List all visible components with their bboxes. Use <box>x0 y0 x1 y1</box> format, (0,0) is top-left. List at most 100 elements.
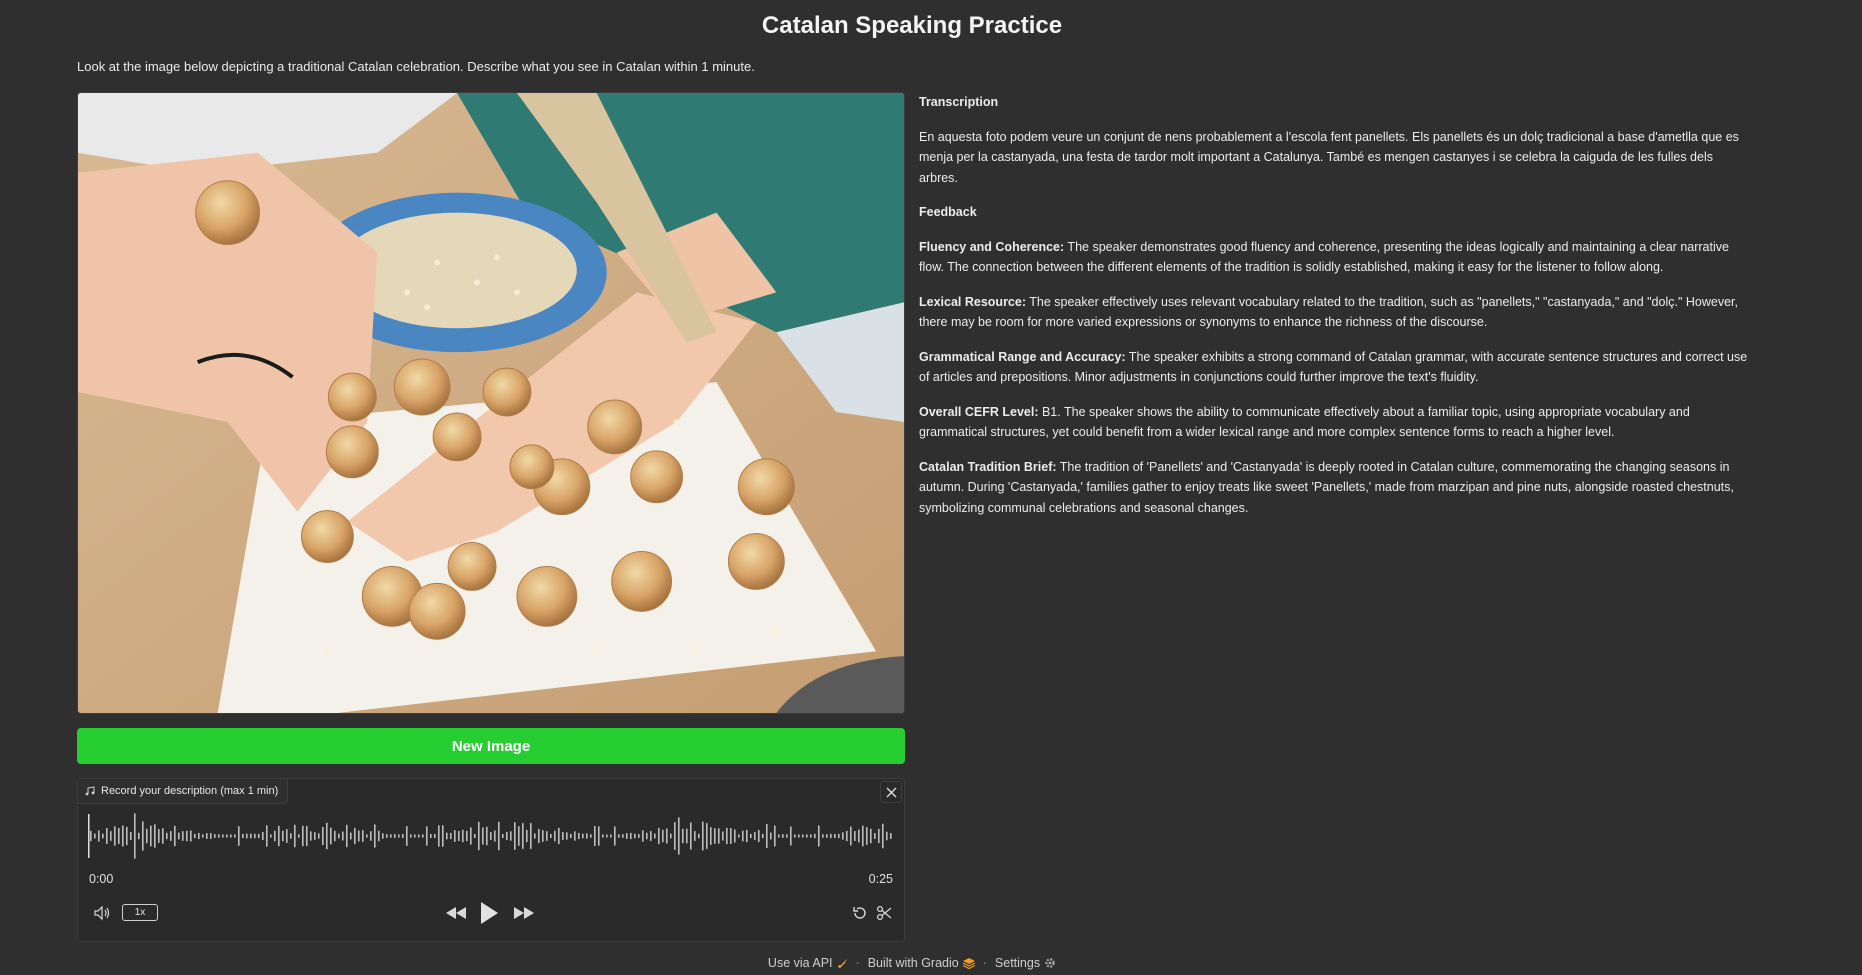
waveform-bar <box>870 828 872 844</box>
waveform-bar <box>542 830 544 842</box>
waveform-bar <box>194 833 196 839</box>
waveform-bar <box>890 833 892 839</box>
waveform-bar <box>618 834 620 838</box>
waveform-bar <box>494 830 496 842</box>
waveform-bar <box>498 821 500 851</box>
waveform-bar <box>538 828 540 844</box>
waveform-bar <box>814 833 816 839</box>
reset-button[interactable] <box>850 903 870 923</box>
waveform-bar <box>318 833 320 839</box>
waveform-bar <box>402 834 404 838</box>
waveform-bar <box>534 833 536 839</box>
feedback-fluency: Fluency and Coherence: The speaker demon… <box>919 237 1749 278</box>
instruction-text: Look at the image below depicting a trad… <box>77 59 755 74</box>
waveform-bar <box>182 831 184 841</box>
waveform-bar <box>662 829 664 843</box>
waveform-bar <box>858 829 860 843</box>
waveform-bar <box>94 833 96 839</box>
waveform-bar <box>786 834 788 838</box>
rewind-button[interactable] <box>444 903 468 923</box>
waveform-bar <box>682 828 684 844</box>
waveform-bar <box>642 830 644 842</box>
waveform-bar <box>374 824 376 848</box>
waveform-bar <box>90 830 92 842</box>
built-with-gradio-link[interactable]: Built with Gradio <box>868 956 975 970</box>
waveform-bar <box>394 834 396 838</box>
volume-button[interactable] <box>92 903 112 923</box>
waveform-bar <box>274 830 276 842</box>
use-via-api-link[interactable]: Use via API <box>768 956 848 970</box>
feedback-tradition: Catalan Tradition Brief: The tradition o… <box>919 457 1749 519</box>
waveform-bar <box>730 828 732 844</box>
waveform-bar <box>178 832 180 840</box>
waveform-bar <box>466 830 468 842</box>
waveform-bar <box>766 823 768 849</box>
waveform-bar <box>506 831 508 841</box>
waveform-bar <box>386 834 388 838</box>
close-audio-button[interactable] <box>880 781 902 803</box>
waveform-bar <box>598 826 600 846</box>
waveform-bar <box>606 834 608 838</box>
waveform-bar <box>362 830 364 842</box>
waveform-bar <box>406 826 408 846</box>
waveform-bar <box>490 832 492 840</box>
waveform-bar <box>306 826 308 846</box>
feedback-text: The speaker effectively uses relevant vo… <box>919 294 1738 330</box>
waveform-bar <box>638 834 640 838</box>
waveform-bar <box>626 833 628 839</box>
fast-forward-button[interactable] <box>512 903 536 923</box>
waveform-bar <box>822 834 824 838</box>
waveform-bar <box>290 833 292 839</box>
audio-label: Record your description (max 1 min) <box>78 779 289 804</box>
trim-button[interactable] <box>874 903 894 923</box>
waveform-bar <box>878 828 880 844</box>
waveform-bar <box>138 832 140 840</box>
time-end: 0:25 <box>868 872 893 886</box>
waveform-bar <box>214 834 216 838</box>
new-image-button[interactable]: New Image <box>77 728 905 764</box>
waveform-bar <box>558 827 560 845</box>
waveform-bar <box>254 833 256 839</box>
waveform-bar <box>518 826 520 846</box>
waveform-bar <box>818 825 820 847</box>
waveform[interactable] <box>88 812 894 860</box>
waveform-bar <box>130 832 132 840</box>
waveform-bar <box>762 833 764 839</box>
waveform-bar <box>710 827 712 845</box>
waveform-bar <box>210 833 212 839</box>
feedback-grammar: Grammatical Range and Accuracy: The spea… <box>919 347 1749 388</box>
waveform-bar <box>162 828 164 844</box>
playhead[interactable] <box>88 814 90 858</box>
waveform-bar <box>282 830 284 842</box>
waveform-bar <box>206 833 208 839</box>
waveform-bar <box>202 834 204 838</box>
waveform-bar <box>422 834 424 838</box>
footer-separator: · <box>982 956 987 970</box>
waveform-bar <box>258 833 260 839</box>
settings-link[interactable]: Settings <box>995 956 1056 970</box>
waveform-bar <box>594 825 596 847</box>
play-button[interactable] <box>476 899 502 927</box>
waveform-bar <box>174 825 176 847</box>
waveform-bar <box>686 828 688 844</box>
waveform-bar <box>826 834 828 838</box>
waveform-bar <box>450 832 452 840</box>
playback-speed-button[interactable]: 1x <box>122 904 158 921</box>
waveform-bar <box>390 834 392 838</box>
waveform-bar <box>882 823 884 849</box>
waveform-bar <box>278 825 280 847</box>
waveform-bar <box>226 834 228 838</box>
waveform-bar <box>742 830 744 842</box>
volume-icon <box>94 905 110 921</box>
waveform-bar <box>482 827 484 845</box>
waveform-bar <box>298 834 300 838</box>
waveform-bar <box>666 828 668 844</box>
waveform-bar <box>746 829 748 843</box>
results-panel: Transcription En aquesta foto podem veur… <box>919 92 1749 532</box>
waveform-bar <box>354 827 356 845</box>
waveform-bar <box>110 831 112 841</box>
waveform-bar <box>574 831 576 841</box>
waveform-bar <box>734 829 736 843</box>
waveform-bar <box>486 826 488 846</box>
waveform-bar <box>134 813 136 859</box>
